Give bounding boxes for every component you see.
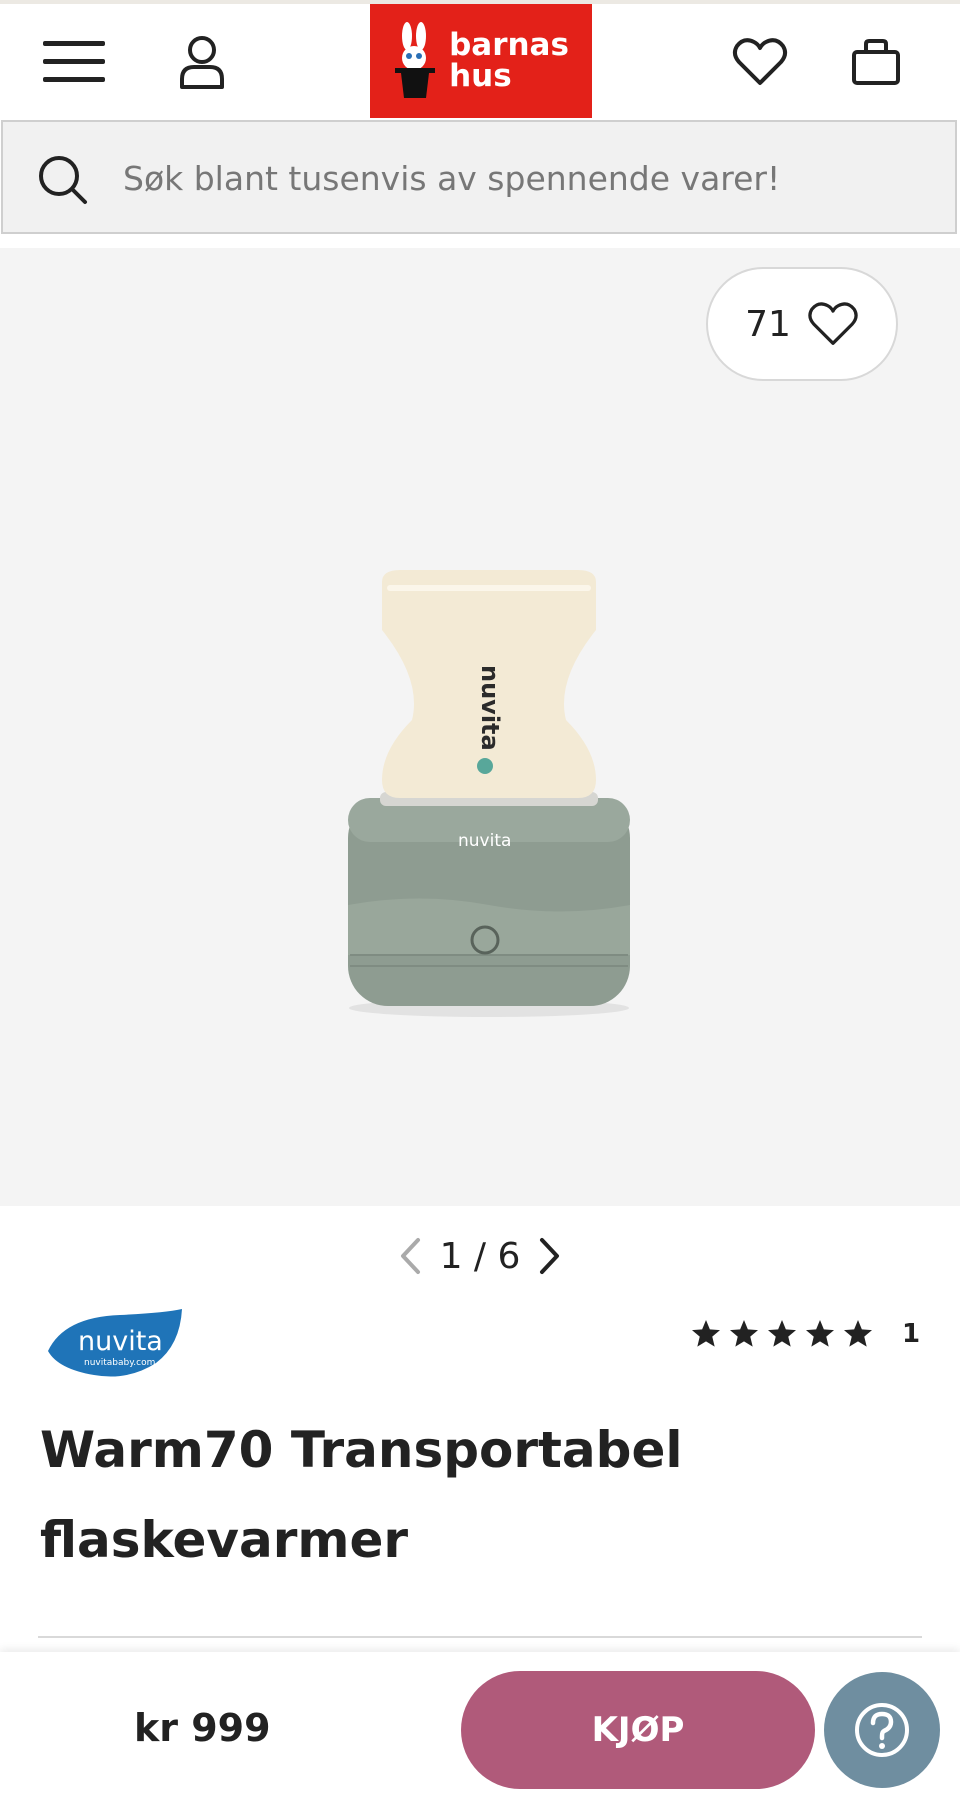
star-icon (844, 1320, 872, 1347)
star-icon (692, 1320, 720, 1347)
product-rating[interactable]: 1 (690, 1318, 920, 1350)
search-input[interactable] (121, 146, 925, 210)
brand-logo[interactable]: nuvita nuvitababy.com (44, 1305, 184, 1381)
wishlist-button[interactable] (724, 26, 796, 98)
search-bar[interactable] (1, 120, 957, 234)
menu-icon (43, 41, 105, 82)
wishlist-count: 71 (745, 303, 791, 345)
cart-button[interactable] (840, 26, 912, 98)
menu-button[interactable] (38, 26, 110, 98)
barnas-hus-logo[interactable]: barnas hus (370, 4, 592, 118)
base-brand-text: nuvita (458, 831, 511, 851)
logo-line-1: barnas (449, 27, 569, 63)
product-title: Warm70 Transportabel flaskevarmer (40, 1421, 683, 1569)
star-icon (768, 1320, 796, 1347)
star-icon (730, 1320, 758, 1347)
logo-line-2: hus (449, 58, 512, 94)
chevron-right-icon[interactable] (538, 1237, 562, 1275)
buy-button[interactable]: KJØP (461, 1671, 815, 1789)
account-button[interactable] (166, 26, 238, 98)
product-price: kr 999 (134, 1706, 271, 1750)
bottle-brand-text: nuvita (476, 665, 504, 751)
star-icon (806, 1320, 834, 1347)
bunny-hat-logo-icon (395, 22, 436, 98)
rating-count: 1 (902, 1319, 921, 1349)
search-icon (39, 156, 87, 204)
brand-url: nuvitababy.com (84, 1358, 155, 1368)
divider (38, 1636, 922, 1638)
product-image: nuvita nuvita (348, 570, 630, 1017)
account-icon (180, 36, 224, 89)
help-icon (855, 1703, 909, 1757)
site-header: barnas hus (0, 4, 960, 118)
chevron-left-icon[interactable] (398, 1237, 422, 1275)
heart-icon (808, 302, 858, 345)
bag-icon (852, 39, 900, 85)
gallery-pager: 1 / 6 (380, 1228, 580, 1284)
wishlist-count-button[interactable]: 71 (706, 267, 898, 381)
heart-icon (732, 38, 788, 85)
brand-name: nuvita (78, 1326, 163, 1357)
help-button[interactable] (824, 1672, 940, 1788)
page-indicator: 1 / 6 (439, 1235, 521, 1277)
